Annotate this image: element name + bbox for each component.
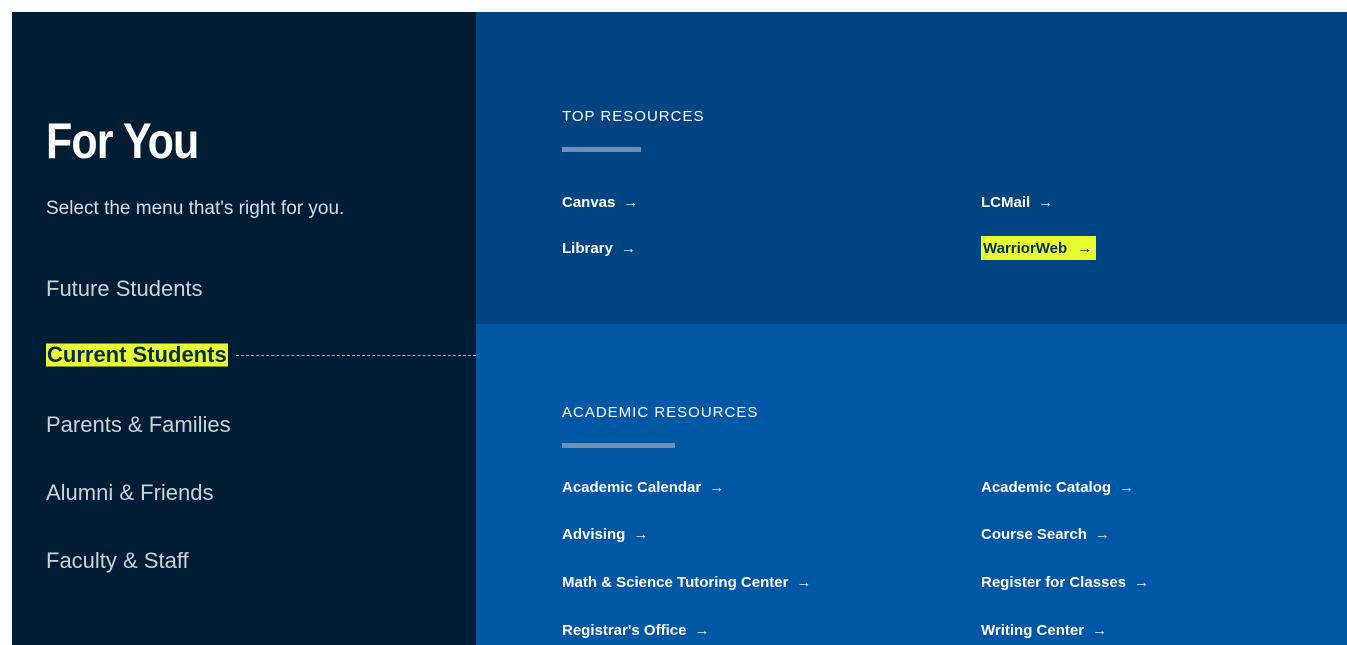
audience-item-future-students[interactable]: Future Students <box>46 274 203 304</box>
arrow-right-icon: → <box>1038 193 1054 211</box>
section-underline-bar <box>562 443 675 448</box>
link-label: Writing Center <box>981 621 1085 639</box>
section-heading: TOP RESOURCES <box>562 108 705 125</box>
sidebar-title: For You <box>46 113 199 169</box>
link-register-for-classes[interactable]: Register for Classes → <box>981 570 1149 594</box>
section-heading: ACADEMIC RESOURCES <box>562 404 759 421</box>
link-label: WarriorWeb <box>981 239 1070 257</box>
arrow-right-icon: → <box>623 193 639 211</box>
audience-item-alumni-friends[interactable]: Alumni & Friends <box>46 478 214 508</box>
link-lcmail[interactable]: LCMail → <box>981 190 1053 214</box>
link-label: Canvas <box>562 193 616 211</box>
audience-item-parents-families[interactable]: Parents & Families <box>46 410 231 440</box>
arrow-right-icon: → <box>1094 525 1110 543</box>
audience-item-label: Current Students <box>46 342 228 368</box>
arrow-right-icon: → <box>1134 573 1150 591</box>
section-underline-bar <box>562 147 641 152</box>
arrow-right-icon: → <box>620 239 636 257</box>
academic-resources-panel: ACADEMIC RESOURCES Academic Calendar → A… <box>476 324 1347 645</box>
audience-item-current-students[interactable]: Current Students <box>46 340 476 370</box>
link-warriorweb[interactable]: WarriorWeb → <box>981 236 1097 260</box>
link-canvas[interactable]: Canvas → <box>562 190 638 214</box>
link-course-search[interactable]: Course Search → <box>981 522 1110 546</box>
link-label: Academic Calendar <box>562 478 702 496</box>
arrow-right-icon: → <box>1077 239 1093 257</box>
arrow-right-icon: → <box>694 621 710 639</box>
arrow-right-icon: → <box>633 525 649 543</box>
link-library[interactable]: Library → <box>562 236 636 260</box>
audience-item-label: Alumni & Friends <box>46 480 214 505</box>
sidebar-subtitle: Select the menu that's right for you. <box>46 198 345 219</box>
audience-item-label: Parents & Families <box>46 412 231 437</box>
link-label: Advising <box>562 525 626 543</box>
audience-item-faculty-staff[interactable]: Faculty & Staff <box>46 546 189 576</box>
audience-sidebar: For You Select the menu that's right for… <box>12 12 476 645</box>
audience-item-label: Faculty & Staff <box>46 548 189 573</box>
link-label: LCMail <box>981 193 1031 211</box>
link-label: Course Search <box>981 525 1087 543</box>
arrow-right-icon: → <box>796 573 812 591</box>
arrow-right-icon: → <box>1092 621 1108 639</box>
link-label: Registrar's Office <box>562 621 687 639</box>
arrow-right-icon: → <box>709 478 725 496</box>
link-label: Math & Science Tutoring Center <box>562 573 789 591</box>
top-resources-panel: TOP RESOURCES Canvas → LCMail → Library … <box>476 12 1347 324</box>
link-math-science-tutoring-center[interactable]: Math & Science Tutoring Center → <box>562 570 811 594</box>
link-label: Register for Classes <box>981 573 1127 591</box>
link-writing-center[interactable]: Writing Center → <box>981 618 1107 642</box>
link-academic-catalog[interactable]: Academic Catalog → <box>981 475 1134 499</box>
link-label: Academic Catalog <box>981 478 1112 496</box>
link-label: Library <box>562 239 613 257</box>
audience-item-label: Future Students <box>46 276 203 301</box>
arrow-right-icon: → <box>1119 478 1135 496</box>
link-advising[interactable]: Advising → <box>562 522 648 546</box>
active-item-dashed-line <box>235 354 476 356</box>
for-you-menu: For You Select the menu that's right for… <box>12 12 1347 645</box>
link-academic-calendar[interactable]: Academic Calendar → <box>562 475 724 499</box>
link-registrars-office[interactable]: Registrar's Office → <box>562 618 709 642</box>
